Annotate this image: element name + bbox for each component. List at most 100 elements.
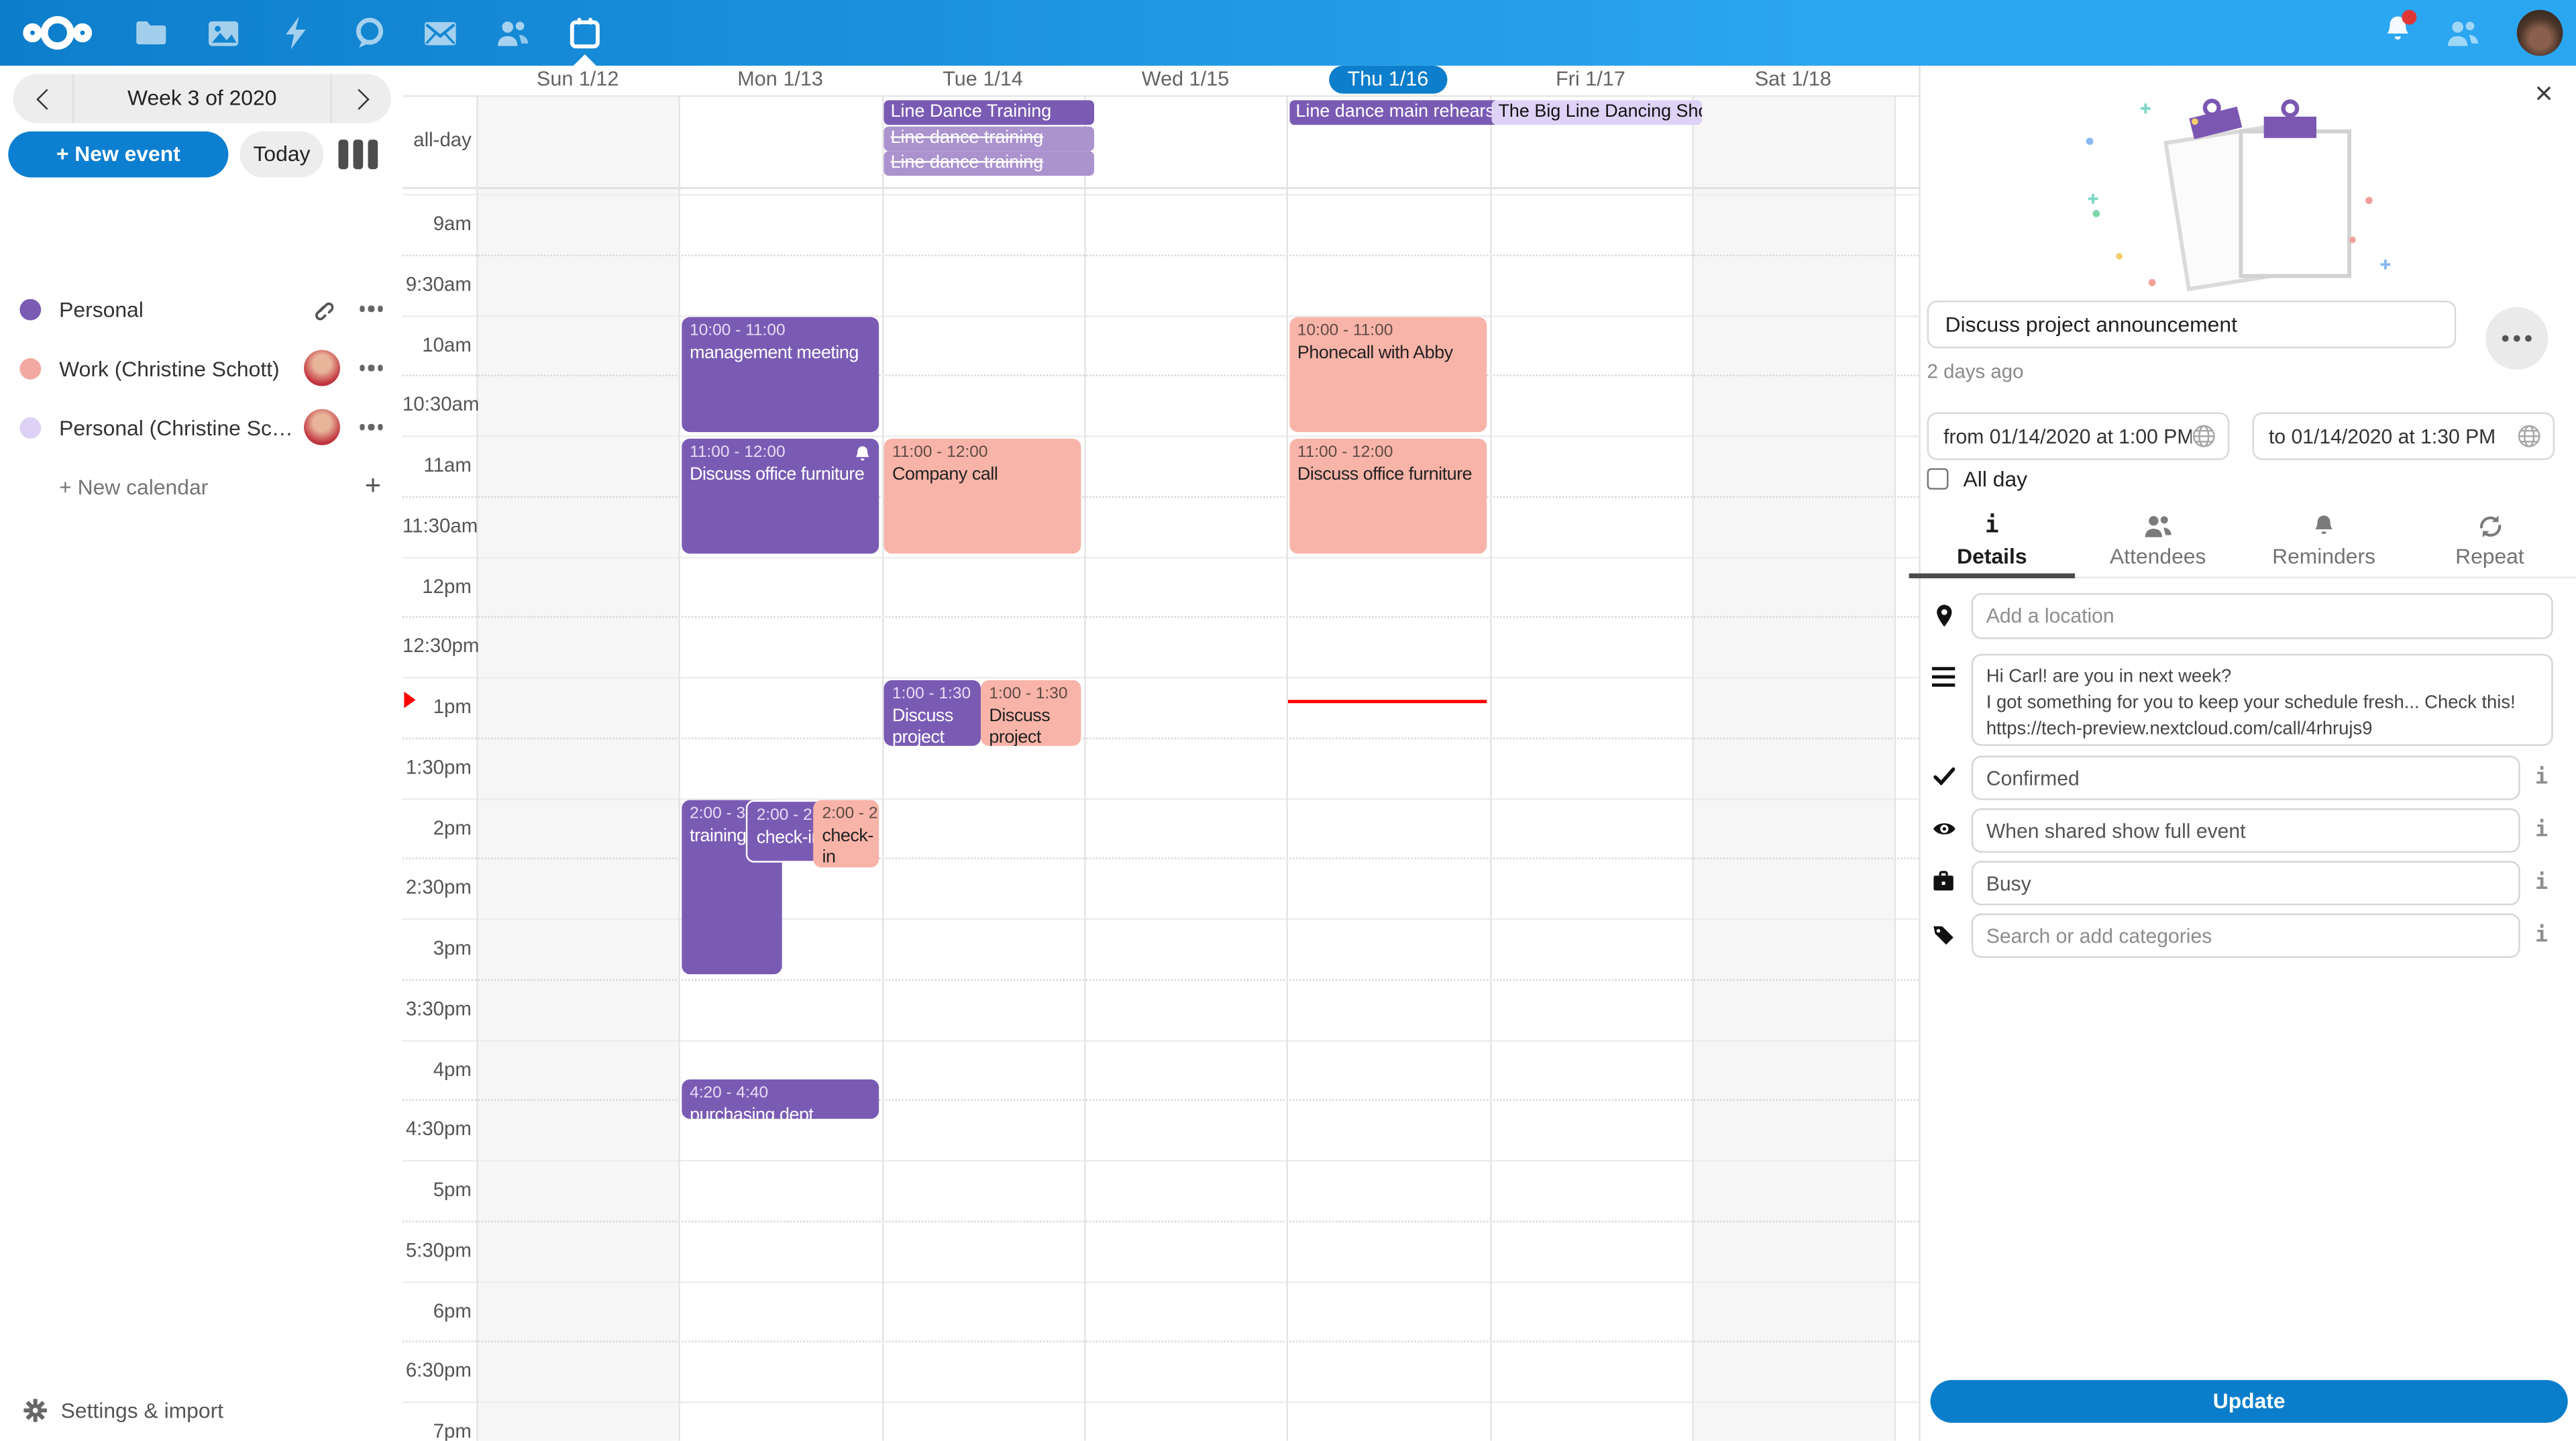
calendar-event[interactable]: 1:00 - 1:30 Discuss project [981,680,1081,745]
chevron-right-icon [347,88,368,109]
tab-attendees[interactable]: Attendees [2075,504,2241,577]
calendar-item[interactable]: Work (Christine Schott) [0,343,402,392]
calendar-event[interactable]: 11:00 - 12:00 Discuss office furniture [682,438,879,553]
event-title-input[interactable] [1927,301,2457,348]
week-label[interactable]: Week 3 of 2020 [72,74,332,123]
next-week-button[interactable] [332,74,391,123]
calendar-menu-icon[interactable] [354,307,390,312]
calendar-event[interactable]: 1:00 - 1:30 Discuss project announcement [884,680,981,745]
location-input[interactable] [1972,593,2553,639]
allday-event[interactable]: Line dance training [884,125,1095,150]
new-calendar-button[interactable]: + New calendar + [0,462,402,511]
allday-event[interactable]: Line Dance Training [884,100,1095,125]
day-header[interactable]: Mon 1/13 [679,66,881,95]
nextcloud-logo-icon[interactable] [23,13,92,53]
description-icon [1931,667,1957,686]
photos-app-icon[interactable] [187,0,260,66]
share-link-icon[interactable] [311,297,333,320]
previous-week-button[interactable] [13,74,72,123]
allday-event[interactable]: Line dance training [884,151,1095,176]
tab-reminders[interactable]: Reminders [2241,504,2406,577]
day-header[interactable]: Tue 1/14 [881,66,1084,95]
event-actions-menu-button[interactable] [2485,307,2548,370]
event-time: 11:00 - 12:00 [892,443,1073,462]
time-label: 9am [402,212,472,235]
time-label: 6:30pm [402,1359,472,1382]
event-time: 4:20 - 4:40 [690,1084,871,1104]
reminder-bell-icon [855,444,871,464]
mail-app-icon[interactable] [404,0,476,66]
event-time: 11:00 - 12:00 [1297,443,1479,462]
event-time: 2:00 - 2:30 [822,805,871,824]
time-label: 7pm [402,1420,472,1441]
start-datetime-field[interactable]: from 01/14/2020 at 1:00 PM [1927,413,2230,460]
new-event-button[interactable]: + New event [8,131,228,178]
freebusy-info-icon[interactable]: i [2530,871,2553,896]
view-mode-button[interactable] [338,140,378,169]
status-select[interactable] [1972,756,2520,800]
chevron-left-icon [36,88,56,109]
contacts-app-icon[interactable] [476,0,549,66]
time-label: 11am [402,453,472,476]
day-header[interactable]: Sun 1/12 [476,66,679,95]
contacts-menu-icon[interactable] [2426,0,2499,66]
tab-label: Reminders [2241,541,2406,574]
calendar-item[interactable]: Personal (Christine Schott) [0,403,402,451]
timezone-globe-icon[interactable] [2517,424,2542,449]
end-datetime-value: to 01/14/2020 at 1:30 PM [2254,425,2517,447]
calendar-event[interactable]: 11:00 - 12:00 Company call [884,438,1082,553]
notifications-bell-icon[interactable] [2361,0,2433,66]
calendar-event[interactable]: 4:20 - 4:40 purchasing dept [682,1079,879,1119]
user-avatar[interactable] [2517,10,2563,56]
event-time: 1:00 - 1:30 [892,684,973,704]
description-textarea[interactable]: Hi Carl! are you in next week? I got som… [1972,654,2553,746]
time-label: 2:30pm [402,876,472,899]
calendar-event[interactable]: 10:00 - 11:00 management meeting [682,317,879,432]
busy-briefcase-icon [1931,871,1957,892]
event-title: check-in [822,826,871,867]
end-datetime-field[interactable]: to 01/14/2020 at 1:30 PM [2253,413,2555,460]
calendar-menu-icon[interactable] [354,425,390,430]
update-button[interactable]: Update [1931,1380,2568,1423]
visibility-select[interactable] [1972,808,2520,853]
day-header[interactable]: Sat 1/18 [1692,66,1894,95]
status-info-icon[interactable]: i [2530,765,2553,790]
today-pill: Thu 1/16 [1330,66,1447,94]
categories-input[interactable] [1972,914,2520,958]
allday-event[interactable]: The Big Line Dancing Show [1492,100,1703,125]
calendar-owner-avatar [304,350,340,386]
tab-repeat[interactable]: Repeat [2407,504,2573,577]
tab-details[interactable]: i Details [1909,504,2075,577]
activity-app-icon[interactable] [260,0,332,66]
day-header[interactable]: Thu 1/16 [1287,66,1489,95]
week-grid: Sun 1/12Mon 1/13Tue 1/14Wed 1/15 Thu 1/16… [402,66,1919,1441]
start-datetime-value: from 01/14/2020 at 1:00 PM [1929,425,2192,447]
status-check-icon [1931,767,1957,786]
visibility-info-icon[interactable]: i [2530,818,2553,843]
location-pin-icon [1931,603,1957,629]
allday-event[interactable]: Line dance main rehearsal [1289,100,1500,125]
column-separator [1489,95,1491,1441]
calendar-event[interactable]: 11:00 - 12:00 Discuss office furniture [1289,438,1487,553]
calendar-name: Work (Christine Schott) [59,356,280,380]
settings-import-button[interactable]: Settings & import [0,1388,402,1431]
calendar-menu-icon[interactable] [354,366,390,371]
time-label: 9:30am [402,272,472,295]
calendar-event[interactable]: 2:00 - 2:30 check-in [814,800,879,867]
calendar-item[interactable]: Personal [0,284,402,333]
categories-info-icon[interactable]: i [2530,923,2553,948]
timezone-globe-icon[interactable] [2192,424,2216,449]
calendar-event[interactable]: 10:00 - 11:00 Phonecall with Abby [1289,317,1487,432]
files-app-icon[interactable] [115,0,187,66]
close-icon[interactable]: × [2535,79,2553,111]
talk-app-icon[interactable] [333,0,406,66]
freebusy-select[interactable] [1972,861,2520,905]
day-header[interactable]: Wed 1/15 [1084,66,1287,95]
repeat-icon [2477,513,2503,538]
day-header[interactable]: Fri 1/17 [1489,66,1692,95]
event-time: 10:00 - 11:00 [1297,322,1479,341]
all-day-checkbox[interactable] [1927,468,1949,490]
all-day-label: All day [1964,467,2028,492]
calendar-color-dot [19,298,41,319]
today-button[interactable]: Today [240,131,324,178]
